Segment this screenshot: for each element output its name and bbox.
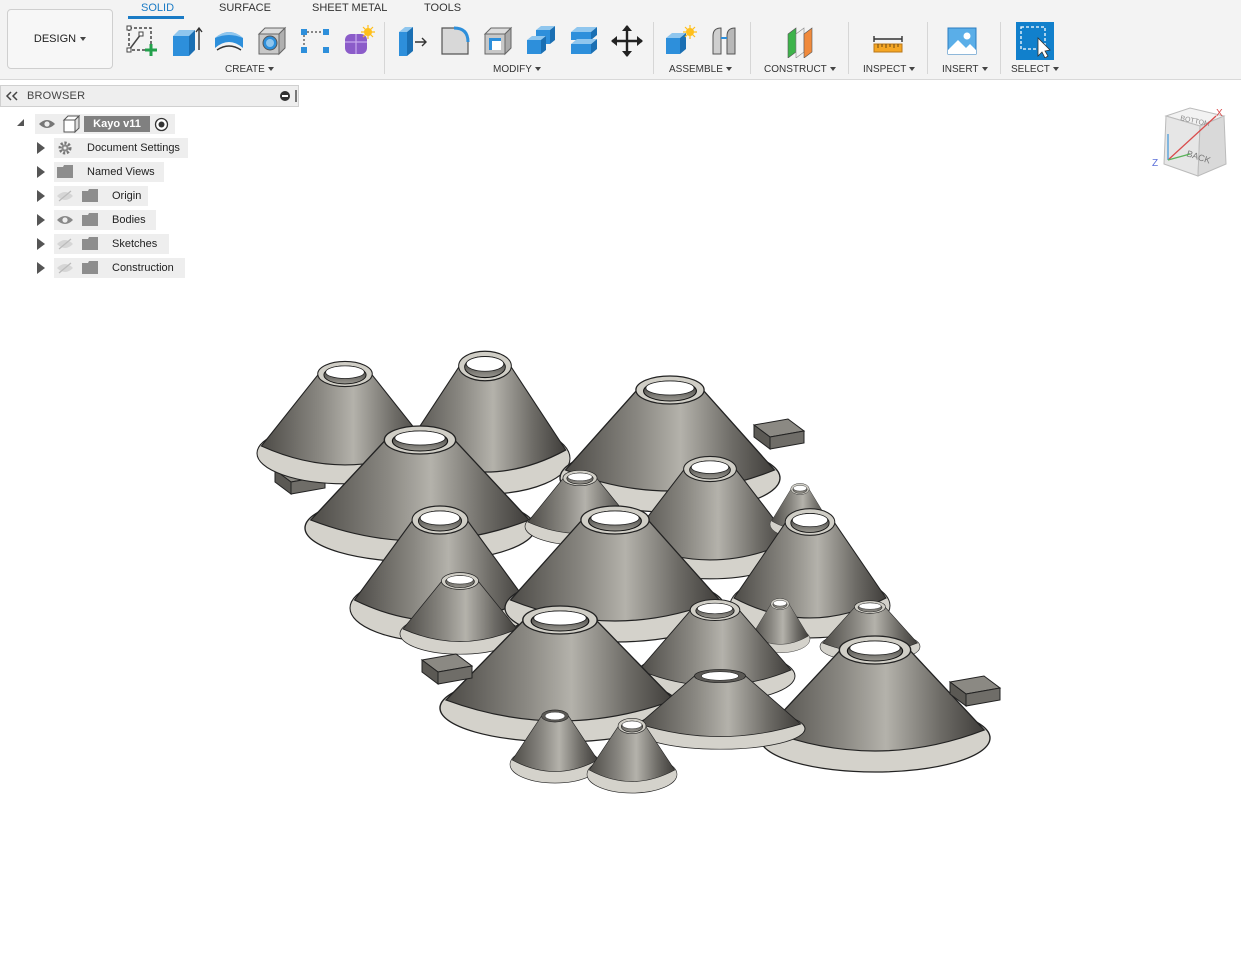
hole-icon[interactable] bbox=[254, 22, 290, 60]
chevron-down-icon bbox=[1052, 67, 1059, 72]
inspect-group-label[interactable]: INSPECT bbox=[863, 64, 916, 75]
expand-arrow-icon[interactable] bbox=[37, 142, 45, 154]
select-group-label[interactable]: SELECT bbox=[1011, 64, 1059, 75]
root-component-name: Kayo v11 bbox=[84, 116, 150, 132]
expand-arrow-icon[interactable] bbox=[37, 262, 45, 274]
shell-icon[interactable] bbox=[480, 22, 516, 60]
extrude-icon[interactable] bbox=[168, 22, 204, 60]
viewcube-axis-z: Z bbox=[1152, 158, 1158, 169]
chevron-down-icon bbox=[909, 67, 916, 72]
design-menu-button[interactable]: DESIGN bbox=[7, 9, 113, 69]
view-cube[interactable]: BOTTOM BACK X Z bbox=[1150, 104, 1230, 180]
assemble-group-label[interactable]: ASSEMBLE bbox=[669, 64, 732, 75]
folder-icon bbox=[82, 261, 98, 274]
collapse-panel-icon[interactable] bbox=[5, 91, 19, 101]
pattern-icon[interactable] bbox=[297, 22, 333, 60]
folder-icon bbox=[57, 165, 73, 178]
expand-arrow-icon[interactable] bbox=[37, 238, 45, 250]
inspect-label: INSPECT bbox=[863, 64, 907, 75]
move-icon[interactable] bbox=[609, 22, 645, 60]
insert-image-icon[interactable] bbox=[944, 22, 980, 60]
modify-group-label[interactable]: MODIFY bbox=[493, 64, 541, 75]
chevron-down-icon bbox=[981, 67, 988, 72]
chevron-down-icon bbox=[829, 67, 836, 72]
browser-header: BROWSER bbox=[0, 85, 299, 107]
tab-surface[interactable]: SURFACE bbox=[219, 2, 271, 18]
pin-handle-icon[interactable] bbox=[295, 90, 297, 102]
eye-hidden-icon[interactable] bbox=[56, 238, 74, 250]
tab-sheet-metal[interactable]: SHEET METAL bbox=[312, 2, 387, 18]
assemble-label: ASSEMBLE bbox=[669, 64, 723, 75]
insert-label: INSERT bbox=[942, 64, 979, 75]
browser-item-label: Sketches bbox=[112, 238, 158, 250]
model-body[interactable] bbox=[256, 350, 1001, 794]
component-icon bbox=[62, 115, 81, 133]
expand-arrow-icon[interactable] bbox=[37, 214, 45, 226]
toolbar-divider bbox=[927, 22, 928, 74]
modify-label: MODIFY bbox=[493, 64, 532, 75]
folder-icon bbox=[82, 237, 98, 250]
offset-plane-icon[interactable] bbox=[782, 22, 818, 60]
revolve-icon[interactable] bbox=[211, 22, 247, 60]
toolbar: DESIGN SOLID SURFACE SHEET METAL TOOLS C… bbox=[0, 0, 1241, 80]
browser-item-label: Document Settings bbox=[87, 142, 180, 154]
collapse-arrow-icon[interactable] bbox=[17, 119, 24, 126]
offset-face-icon[interactable] bbox=[566, 22, 602, 60]
toolbar-divider bbox=[653, 22, 654, 74]
eye-hidden-icon[interactable] bbox=[56, 262, 74, 274]
combine-icon[interactable] bbox=[523, 22, 559, 60]
activate-radio-icon[interactable] bbox=[154, 117, 169, 132]
active-tab-indicator bbox=[128, 16, 184, 19]
chevron-down-icon bbox=[725, 67, 732, 72]
minus-glyph bbox=[282, 95, 288, 97]
select-label: SELECT bbox=[1011, 64, 1050, 75]
expand-arrow-icon[interactable] bbox=[37, 166, 45, 178]
tab-tools[interactable]: TOOLS bbox=[424, 2, 461, 18]
minus-circle-icon[interactable] bbox=[280, 91, 290, 101]
create-form-icon[interactable] bbox=[340, 22, 376, 60]
eye-icon[interactable] bbox=[38, 118, 56, 130]
chevron-down-icon bbox=[80, 37, 87, 41]
browser-item-label: Construction bbox=[112, 262, 174, 274]
viewcube-axis-x: X bbox=[1216, 108, 1223, 119]
construct-label: CONSTRUCT bbox=[764, 64, 827, 75]
canvas-viewport[interactable] bbox=[0, 81, 1241, 969]
toolbar-divider bbox=[848, 22, 849, 74]
create-group-label[interactable]: CREATE bbox=[225, 64, 274, 75]
eye-hidden-icon[interactable] bbox=[56, 190, 74, 202]
create-sketch-icon[interactable] bbox=[124, 22, 160, 60]
select-icon[interactable] bbox=[1016, 22, 1054, 60]
construct-group-label[interactable]: CONSTRUCT bbox=[764, 64, 836, 75]
browser-item-label: Bodies bbox=[112, 214, 146, 226]
create-label: CREATE bbox=[225, 64, 265, 75]
model-scene bbox=[256, 350, 1001, 794]
toolbar-divider bbox=[384, 22, 385, 74]
insert-group-label[interactable]: INSERT bbox=[942, 64, 988, 75]
press-pull-icon[interactable] bbox=[394, 22, 430, 60]
joint-icon[interactable] bbox=[706, 22, 742, 60]
folder-icon bbox=[82, 213, 98, 226]
eye-icon[interactable] bbox=[56, 214, 74, 226]
design-menu-label: DESIGN bbox=[33, 33, 77, 45]
folder-icon bbox=[82, 189, 98, 202]
expand-arrow-icon[interactable] bbox=[37, 190, 45, 202]
toolbar-divider bbox=[750, 22, 751, 74]
chevron-down-icon bbox=[267, 67, 274, 72]
browser-item-label: Named Views bbox=[87, 166, 155, 178]
browser-item-label: Origin bbox=[112, 190, 142, 202]
fillet-icon[interactable] bbox=[437, 22, 473, 60]
browser-title: BROWSER bbox=[27, 90, 86, 102]
new-component-icon[interactable] bbox=[662, 22, 698, 60]
gear-icon bbox=[58, 141, 72, 155]
chevron-down-icon bbox=[534, 67, 541, 72]
measure-icon[interactable] bbox=[870, 22, 906, 60]
toolbar-divider bbox=[1000, 22, 1001, 74]
